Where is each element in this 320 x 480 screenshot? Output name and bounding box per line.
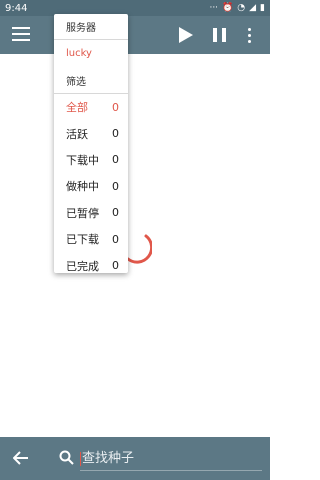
- filter-count: 0: [112, 100, 119, 114]
- filter-count: 0: [112, 127, 119, 141]
- battery-icon: ▮: [260, 2, 265, 13]
- pause-icon[interactable]: [213, 28, 227, 42]
- filter-item-all[interactable]: 全部 0: [54, 94, 128, 120]
- filter-count: 0: [112, 153, 119, 167]
- server-label: lucky: [66, 48, 92, 59]
- alarm-icon: ⏰: [222, 2, 234, 13]
- filter-header: 筛选: [54, 67, 128, 93]
- search-icon: [59, 450, 74, 465]
- filter-item-active[interactable]: 活跃 0: [54, 120, 128, 146]
- server-item-lucky[interactable]: lucky: [54, 40, 128, 67]
- filter-label: 已暂停: [66, 206, 99, 220]
- text-caret: [80, 451, 81, 466]
- filter-label: 已下载: [66, 233, 99, 247]
- back-arrow-icon[interactable]: [13, 451, 29, 465]
- filter-count: 0: [112, 232, 119, 246]
- app-bar: [0, 16, 270, 54]
- menu-icon[interactable]: [12, 27, 30, 41]
- filter-count: 0: [112, 206, 119, 220]
- search-input[interactable]: 查找种子: [80, 447, 262, 471]
- filter-count: 0: [112, 179, 119, 193]
- filter-label: 活跃: [66, 127, 88, 141]
- bottom-search-bar: 查找种子: [0, 437, 270, 480]
- filter-item-paused[interactable]: 已暂停 0: [54, 200, 128, 226]
- signal-icon: ◢: [249, 2, 257, 13]
- filter-label: 已完成: [66, 259, 99, 273]
- filter-item-downloaded[interactable]: 已下载 0: [54, 226, 128, 252]
- filter-item-completed[interactable]: 已完成 0: [54, 252, 128, 278]
- filter-item-seeding[interactable]: 做种中 0: [54, 173, 128, 199]
- more-icon[interactable]: [246, 28, 252, 44]
- status-bar: 9:44 ··· ⏰ ◔ ◢ ▮: [0, 0, 270, 16]
- status-icons: ··· ⏰ ◔ ◢ ▮: [209, 2, 265, 13]
- filter-count: 0: [112, 259, 119, 273]
- server-header: 服务器: [66, 23, 96, 34]
- filter-dropdown-menu: 服务器 lucky 筛选 全部 0 活跃 0 下载中 0 做种中 0 已暂停 0…: [54, 14, 128, 273]
- dots-icon: ···: [209, 2, 219, 13]
- filter-label: 下载中: [66, 153, 99, 167]
- play-icon[interactable]: [179, 27, 193, 43]
- filter-header-label: 筛选: [66, 76, 86, 88]
- filter-label: 做种中: [66, 180, 99, 194]
- search-placeholder: 查找种子: [82, 451, 135, 466]
- status-time: 9:44: [5, 2, 28, 14]
- filter-label: 全部: [66, 101, 88, 115]
- wifi-icon: ◔: [237, 2, 246, 13]
- filter-item-downloading[interactable]: 下载中 0: [54, 147, 128, 173]
